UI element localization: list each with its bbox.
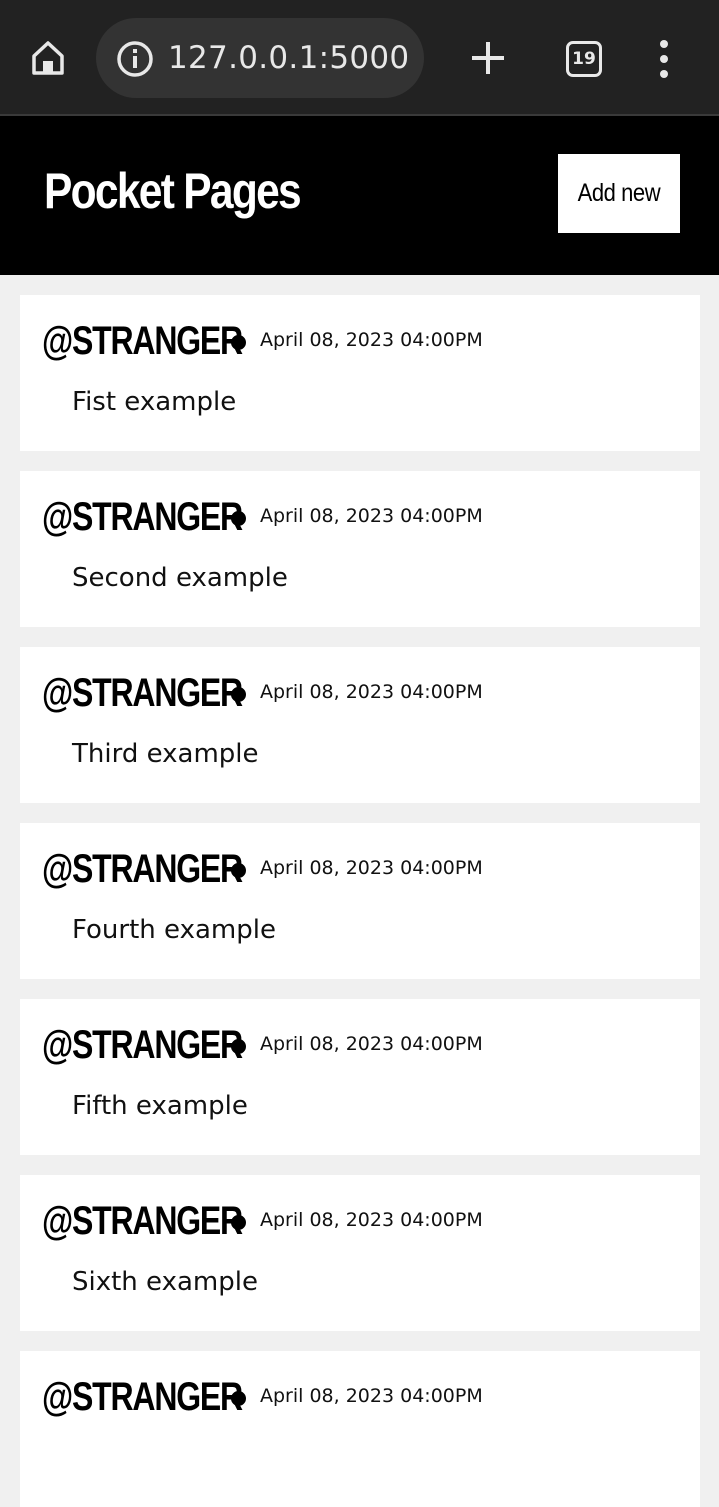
post-date: April 08, 2023 04:00PM [260,681,483,703]
post-card[interactable]: @STRANGER April 08, 2023 04:00PM Third e… [20,647,700,803]
post-card[interactable]: @STRANGER April 08, 2023 04:00PM Sixth e… [20,1175,700,1331]
post-date: April 08, 2023 04:00PM [260,329,483,351]
post-author: @STRANGER [42,495,243,539]
browser-toolbar: 127.0.0.1:5000 19 [0,0,719,116]
post-date: April 08, 2023 04:00PM [260,505,483,527]
plus-icon[interactable] [466,36,510,80]
post-body: Fist example [72,387,237,417]
post-card[interactable]: @STRANGER April 08, 2023 04:00PM [20,1351,700,1507]
post-author: @STRANGER [42,1375,243,1419]
post-date: April 08, 2023 04:00PM [260,857,483,879]
post-author: @STRANGER [42,1023,243,1067]
post-body: Third example [72,739,259,769]
post-author: @STRANGER [42,847,243,891]
separator-dot-icon [231,511,246,526]
post-body: Fourth example [72,915,276,945]
info-icon[interactable] [116,40,154,78]
more-vert-icon[interactable] [650,38,678,80]
url-text[interactable]: 127.0.0.1:5000 [168,40,409,76]
post-body: Sixth example [72,1267,258,1297]
site-header: Pocket Pages Add new [0,116,719,275]
separator-dot-icon [231,1215,246,1230]
post-card[interactable]: @STRANGER April 08, 2023 04:00PM Fifth e… [20,999,700,1155]
post-body: Fifth example [72,1091,248,1121]
separator-dot-icon [231,1391,246,1406]
post-body: Second example [72,563,288,593]
separator-dot-icon [231,335,246,350]
tabs-icon[interactable]: 19 [566,41,602,77]
separator-dot-icon [231,687,246,702]
post-card[interactable]: @STRANGER April 08, 2023 04:00PM Fist ex… [20,295,700,451]
home-icon[interactable] [22,34,74,82]
post-date: April 08, 2023 04:00PM [260,1385,483,1407]
post-date: April 08, 2023 04:00PM [260,1033,483,1055]
separator-dot-icon [231,863,246,878]
separator-dot-icon [231,1039,246,1054]
post-card[interactable]: @STRANGER April 08, 2023 04:00PM Fourth … [20,823,700,979]
tab-count: 19 [572,49,596,69]
post-author: @STRANGER [42,319,243,363]
address-bar[interactable]: 127.0.0.1:5000 [96,18,424,98]
post-author: @STRANGER [42,671,243,715]
page-title[interactable]: Pocket Pages [44,162,302,220]
post-card[interactable]: @STRANGER April 08, 2023 04:00PM Second … [20,471,700,627]
post-date: April 08, 2023 04:00PM [260,1209,483,1231]
post-author: @STRANGER [42,1199,243,1243]
add-new-button[interactable]: Add new [558,154,680,233]
add-new-label: Add new [577,179,661,207]
